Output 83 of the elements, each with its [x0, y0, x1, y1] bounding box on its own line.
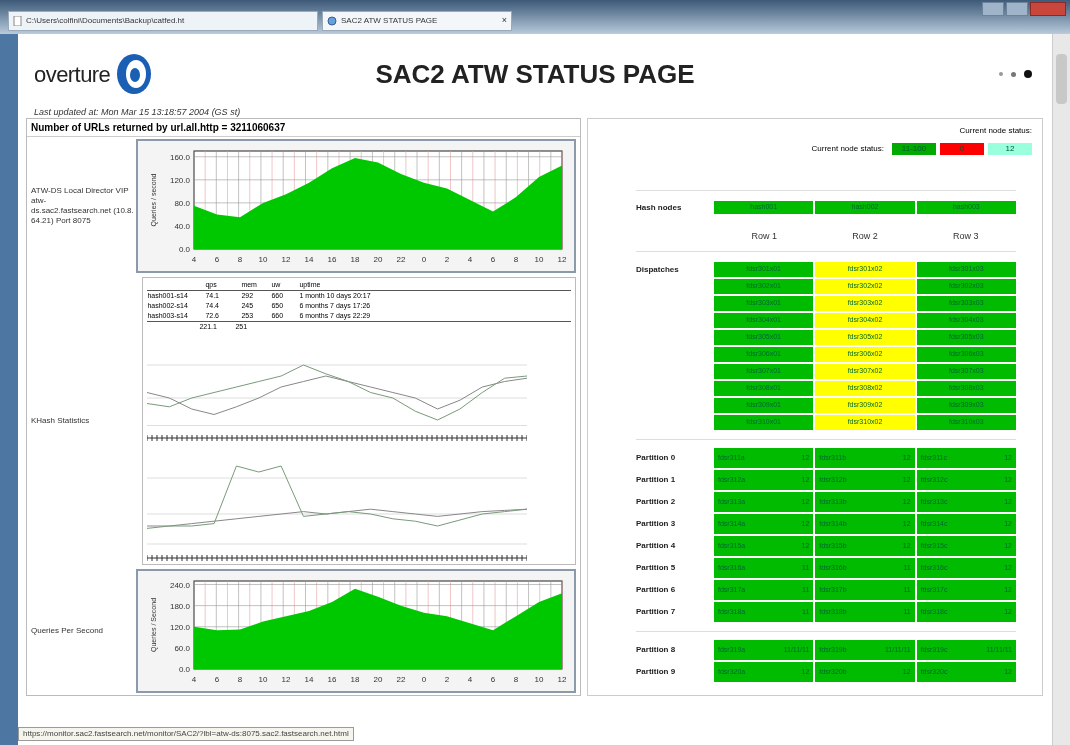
- row-label: Partition 9: [636, 666, 677, 678]
- tick-label: 40.0: [174, 221, 190, 231]
- legend-swatch: 0: [940, 143, 984, 155]
- tick-label: 6: [214, 675, 220, 684]
- legend-label: Current node status:: [811, 143, 884, 155]
- address-text: C:\Users\colfini\Documents\Backup\catfed.ht: [26, 15, 185, 27]
- tick-label: 12: [281, 255, 291, 264]
- tick-label: 14: [304, 675, 314, 684]
- tick-label: 60.0: [174, 643, 190, 653]
- browser-tab[interactable]: SAC2 ATW STATUS PAGE ×: [322, 11, 512, 31]
- tick-label: 80.0: [174, 198, 190, 208]
- tick-label: 18: [350, 255, 360, 264]
- last-updated-text: Last updated at: Mon Mar 15 13:18:57 2004 (GS st): [33, 106, 242, 118]
- tick-label: 18: [350, 675, 360, 684]
- page-icon: [13, 16, 22, 26]
- tick-label: 4: [191, 675, 197, 684]
- tick-label: 10: [534, 255, 544, 264]
- tick-label: 6: [490, 675, 496, 684]
- tick-label: 2: [444, 255, 450, 264]
- tick-label: 12: [557, 675, 567, 684]
- row-label: Partition 1: [636, 474, 677, 486]
- tick-label: 12: [557, 255, 567, 264]
- tick-label: 10: [534, 675, 544, 684]
- tick-label: 8: [237, 675, 243, 684]
- tick-label: 120.0: [169, 622, 190, 632]
- row-label: Partition 0: [636, 452, 677, 464]
- tick-label: 4: [467, 255, 473, 264]
- status-title: Current node status:: [958, 125, 1032, 137]
- tab-close[interactable]: ×: [501, 14, 507, 28]
- row-label: Hash nodes: [636, 201, 683, 214]
- column-header: Row 3: [951, 229, 980, 243]
- address-bar[interactable]: C:\Users\colfini\Documents\Backup\catfed.ht: [8, 11, 318, 31]
- tick-label: 16: [327, 255, 337, 264]
- logo-text: overture: [34, 60, 111, 89]
- tick-label: 240.0: [169, 580, 190, 590]
- row-label: Partition 2: [636, 496, 677, 508]
- tick-label: 8: [237, 255, 243, 264]
- maximize-button[interactable]: [1006, 2, 1028, 16]
- row-label: Partition 4: [636, 540, 677, 552]
- tick-label: 2: [444, 675, 450, 684]
- tick-label: 6: [490, 255, 496, 264]
- tick-label: 4: [191, 255, 197, 264]
- tab-title: SAC2 ATW STATUS PAGE: [341, 15, 439, 27]
- tick-label: 22: [396, 675, 406, 684]
- tick-label: 12: [281, 675, 291, 684]
- globe-icon: [327, 16, 337, 26]
- row-label: Partition 7: [636, 606, 677, 618]
- tick-label: 10: [258, 675, 268, 684]
- column-header: Row 2: [851, 229, 879, 243]
- section-label: KHash Statistics: [31, 416, 91, 426]
- tick-label: 6: [214, 255, 220, 264]
- tick-label: 10: [258, 255, 268, 264]
- row-label: Partition 5: [636, 562, 677, 574]
- row-label: Partition 3: [636, 518, 677, 530]
- tick-label: 20: [373, 675, 383, 684]
- legend-swatch: 11-100: [892, 143, 936, 155]
- tick-label: 160.0: [169, 152, 190, 162]
- row-label: Dispatches: [636, 263, 680, 276]
- tick-label: 0: [421, 255, 427, 264]
- tick-label: 8: [513, 255, 519, 264]
- page-title: SAC2 ATW STATUS PAGE: [375, 57, 695, 91]
- tick-label: 0.0: [178, 665, 190, 674]
- legend-swatch: 12: [988, 143, 1032, 155]
- scrollbar[interactable]: [1052, 34, 1070, 745]
- tick-label: 22: [396, 255, 406, 264]
- tick-label: 4: [467, 675, 473, 684]
- panel-heading: Number of URLs returned by url.all.http = 3211060637: [27, 119, 580, 137]
- column-header: Row 1: [750, 229, 779, 243]
- tick-label: 20: [373, 255, 383, 264]
- row-label: Partition 6: [636, 584, 677, 596]
- row-label: Partition 8: [636, 644, 677, 656]
- section-label: ds.sac2.fastsearch.net (10.8.64.21) Port 8075: [31, 206, 135, 226]
- close-button[interactable]: [1030, 2, 1066, 16]
- tick-label: 0.0: [178, 245, 190, 254]
- tick-label: 8: [513, 675, 519, 684]
- tick-label: 180.0: [169, 601, 190, 611]
- section-label: Queries Per Second: [31, 626, 105, 636]
- tick-label: 16: [327, 675, 337, 684]
- minimize-button[interactable]: [982, 2, 1004, 16]
- tick-label: 14: [304, 255, 314, 264]
- tick-label: 120.0: [169, 175, 190, 185]
- tick-label: 0: [421, 675, 427, 684]
- status-bar-url: https://monitor.sac2.fastsearch.net/monitor/SAC2/?lbl=atw-ds:8075.sac2.fastsearch.net.html: [18, 727, 354, 741]
